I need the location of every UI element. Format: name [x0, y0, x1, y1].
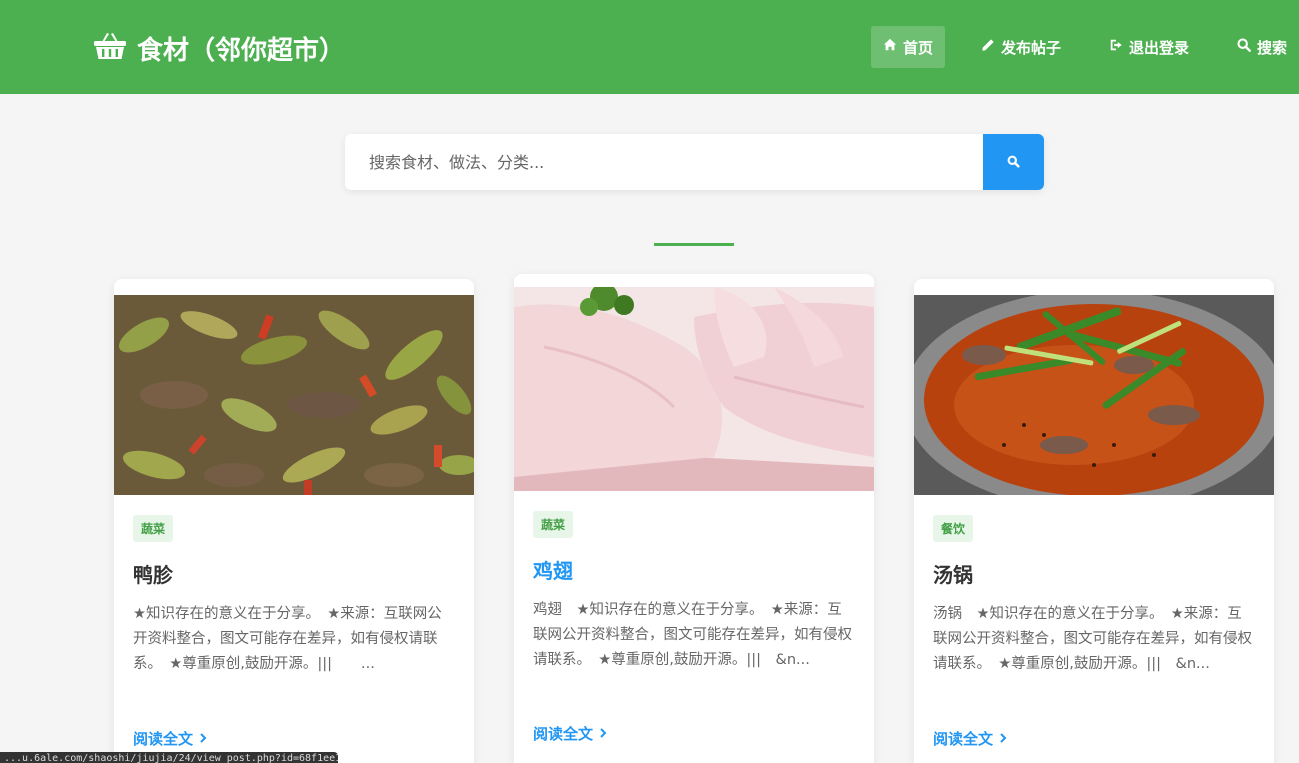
- nav-publish-label: 发布帖子: [1000, 38, 1061, 57]
- search-input[interactable]: [345, 134, 983, 190]
- brand-title: 食材（邻你超市）: [137, 35, 346, 66]
- post-card[interactable]: 蔬菜 鸭胗 ★知识存在的意义在于分享。 ★来源：互联网公开资料整合，图文可能存在…: [114, 279, 474, 763]
- post-excerpt: 汤锅 ★知识存在的意义在于分享。 ★来源：互联网公开资料整合，图文可能存在差异，…: [933, 606, 1252, 672]
- top-header: 食材（邻你超市） 首页 发布帖子 退出登录 搜索: [0, 0, 1299, 94]
- post-card[interactable]: 餐饮 汤锅 汤锅 ★知识存在的意义在于分享。 ★来源：互联网公开资料整合，图文可…: [914, 279, 1274, 763]
- post-excerpt: 鸡翅 ★知识存在的意义在于分享。 ★来源：互联网公开资料整合，图文可能存在差异，…: [533, 602, 852, 668]
- search-button[interactable]: [983, 134, 1044, 190]
- logout-icon: [1109, 38, 1123, 56]
- pencil-icon: [981, 38, 995, 56]
- read-more-label: 阅读全文: [533, 725, 594, 743]
- search-bar: [345, 134, 1044, 190]
- search-icon: [1237, 38, 1251, 56]
- nav-search[interactable]: 搜索: [1225, 26, 1299, 68]
- post-card[interactable]: 蔬菜 鸡翅 鸡翅 ★知识存在的意义在于分享。 ★来源：互联网公开资料整合，图文可…: [514, 274, 874, 763]
- read-more-link[interactable]: 阅读全文: [533, 723, 607, 744]
- basket-icon: [93, 30, 127, 67]
- read-more-link[interactable]: 阅读全文: [133, 728, 207, 749]
- post-image-duck-gizzard[interactable]: [114, 295, 474, 495]
- post-title[interactable]: 鸡翅: [533, 555, 855, 584]
- chevron-right-icon: [599, 725, 607, 743]
- read-more-label: 阅读全文: [133, 730, 194, 748]
- section-divider: [654, 243, 734, 246]
- link-status-bar: ...u.6ale.com/shaoshi/jiujia/24/view_pos…: [0, 752, 338, 763]
- chevron-right-icon: [999, 730, 1007, 748]
- search-icon: [1007, 153, 1020, 172]
- site-brand[interactable]: 食材（邻你超市）: [93, 28, 345, 68]
- chevron-right-icon: [199, 730, 207, 748]
- read-more-label: 阅读全文: [933, 730, 994, 748]
- post-excerpt: ★知识存在的意义在于分享。 ★来源：互联网公开资料整合，图文可能存在差异，如有侵…: [133, 606, 442, 672]
- post-image-chicken-wing[interactable]: [514, 287, 874, 491]
- category-tag[interactable]: 餐饮: [933, 515, 974, 542]
- post-image-hotpot[interactable]: [914, 295, 1274, 495]
- nav-logout-label: 退出登录: [1128, 38, 1189, 57]
- category-tag[interactable]: 蔬菜: [133, 515, 174, 542]
- post-title[interactable]: 汤锅: [933, 559, 1255, 588]
- nav-home-label: 首页: [902, 38, 933, 57]
- category-tag[interactable]: 蔬菜: [533, 511, 574, 538]
- main-nav: 首页 发布帖子 退出登录 搜索: [870, 26, 1299, 68]
- read-more-link[interactable]: 阅读全文: [933, 728, 1007, 749]
- nav-home[interactable]: 首页: [870, 26, 945, 68]
- nav-search-label: 搜索: [1256, 38, 1287, 57]
- nav-publish[interactable]: 发布帖子: [969, 26, 1073, 68]
- nav-logout[interactable]: 退出登录: [1097, 26, 1201, 68]
- post-title[interactable]: 鸭胗: [133, 559, 455, 588]
- home-icon: [883, 38, 897, 56]
